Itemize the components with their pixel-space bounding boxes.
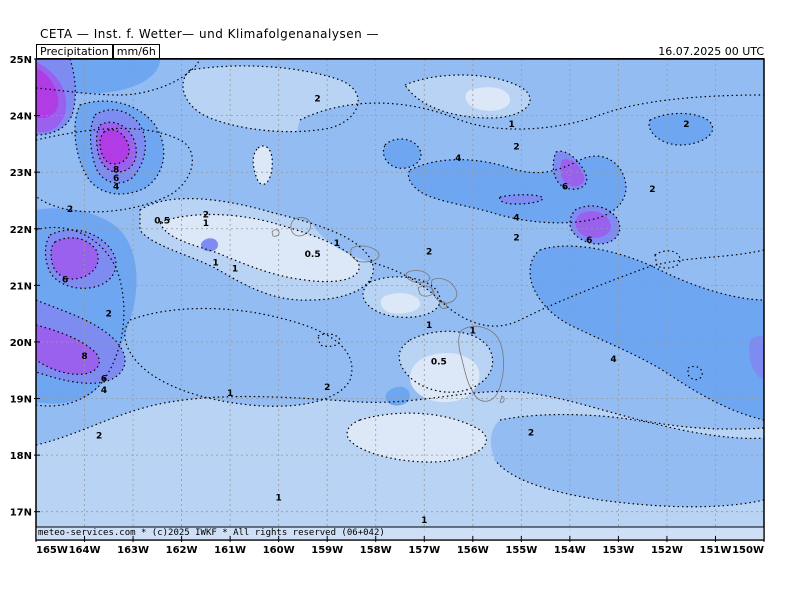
lon-tick-label: 159W [311,545,343,556]
contour-label: 2 [513,233,519,243]
contour-label: 2 [528,428,534,438]
lon-tick-label: 165W [36,545,68,556]
lat-tick-label: 25N [10,55,32,66]
contour-label: 8 [81,352,87,362]
contour-label: 1 [470,327,476,337]
contour-label: 4 [455,154,461,164]
contour-label: 0.5 [431,358,447,368]
contour-label: 2 [324,383,330,393]
lat-tick-label: 22N [10,225,32,236]
lat-tick-label: 24N [10,112,32,123]
lat-tick-label: 18N [10,451,32,462]
copyright-footer: meteo-services.com * (c)2025 IWKF * All … [38,528,385,538]
lon-tick-label: 150W [732,545,764,556]
contour-label: 1 [232,264,238,274]
contour-label: 6 [586,236,592,246]
lon-tick-label: 160W [263,545,295,556]
contour-label: 6 [62,276,68,286]
lat-tick-label: 21N [10,281,32,292]
contour-label: 0.5 [154,216,170,226]
contour-label: 4 [101,386,107,396]
lon-tick-label: 163W [117,545,149,556]
contour-label: 1 [212,259,218,269]
lat-tick-label: 20N [10,338,32,349]
lon-tick-label: 155W [505,545,537,556]
contour-label: 1 [276,494,282,504]
lon-tick-label: 154W [554,545,586,556]
contour-label: 4 [610,355,616,365]
lon-tick-label: 164W [69,545,101,556]
contour-label: 2 [426,247,432,257]
lat-tick-label: 23N [10,168,32,179]
contour-label: 1 [426,321,432,331]
precipitation-map: 212246 242 6210.520.521162118640.52142 2118… [10,55,765,556]
contour-label: 4 [513,213,519,223]
contour-label: 1 [203,219,209,229]
lon-tick-label: 157W [408,545,440,556]
contour-label: 1 [421,516,427,526]
contour-label: 1 [227,389,233,399]
contour-label: 6 [101,375,107,385]
lon-tick-label: 156W [457,545,489,556]
map-field: 212246 242 6210.520.521162118640.52142 2118… [36,59,764,540]
contour-label: 2 [683,120,689,130]
lon-tick-label: 158W [360,545,392,556]
contour-label: 2 [314,95,320,105]
lon-tick-label: 152W [651,545,683,556]
precip-area-lt0_5 [380,293,420,314]
contour-label: 2 [649,185,655,195]
lon-tick-label: 153W [602,545,634,556]
contour-label: 6 [562,182,568,192]
contour-label: 2 [96,431,102,441]
lat-tick-label: 17N [10,508,32,519]
lon-tick-label: 162W [166,545,198,556]
contour-label: 1 [508,120,514,130]
contour-label: 2 [67,205,73,215]
lon-tick-label: 151W [700,545,732,556]
contour-label: 1 [334,239,340,249]
contour-label: 2 [106,310,112,320]
lat-tick-label: 19N [10,395,32,406]
contour-label: 2 [513,143,519,153]
contour-label: 4 [113,182,119,192]
lon-tick-label: 161W [214,545,246,556]
contour-label: 0.5 [305,250,321,260]
